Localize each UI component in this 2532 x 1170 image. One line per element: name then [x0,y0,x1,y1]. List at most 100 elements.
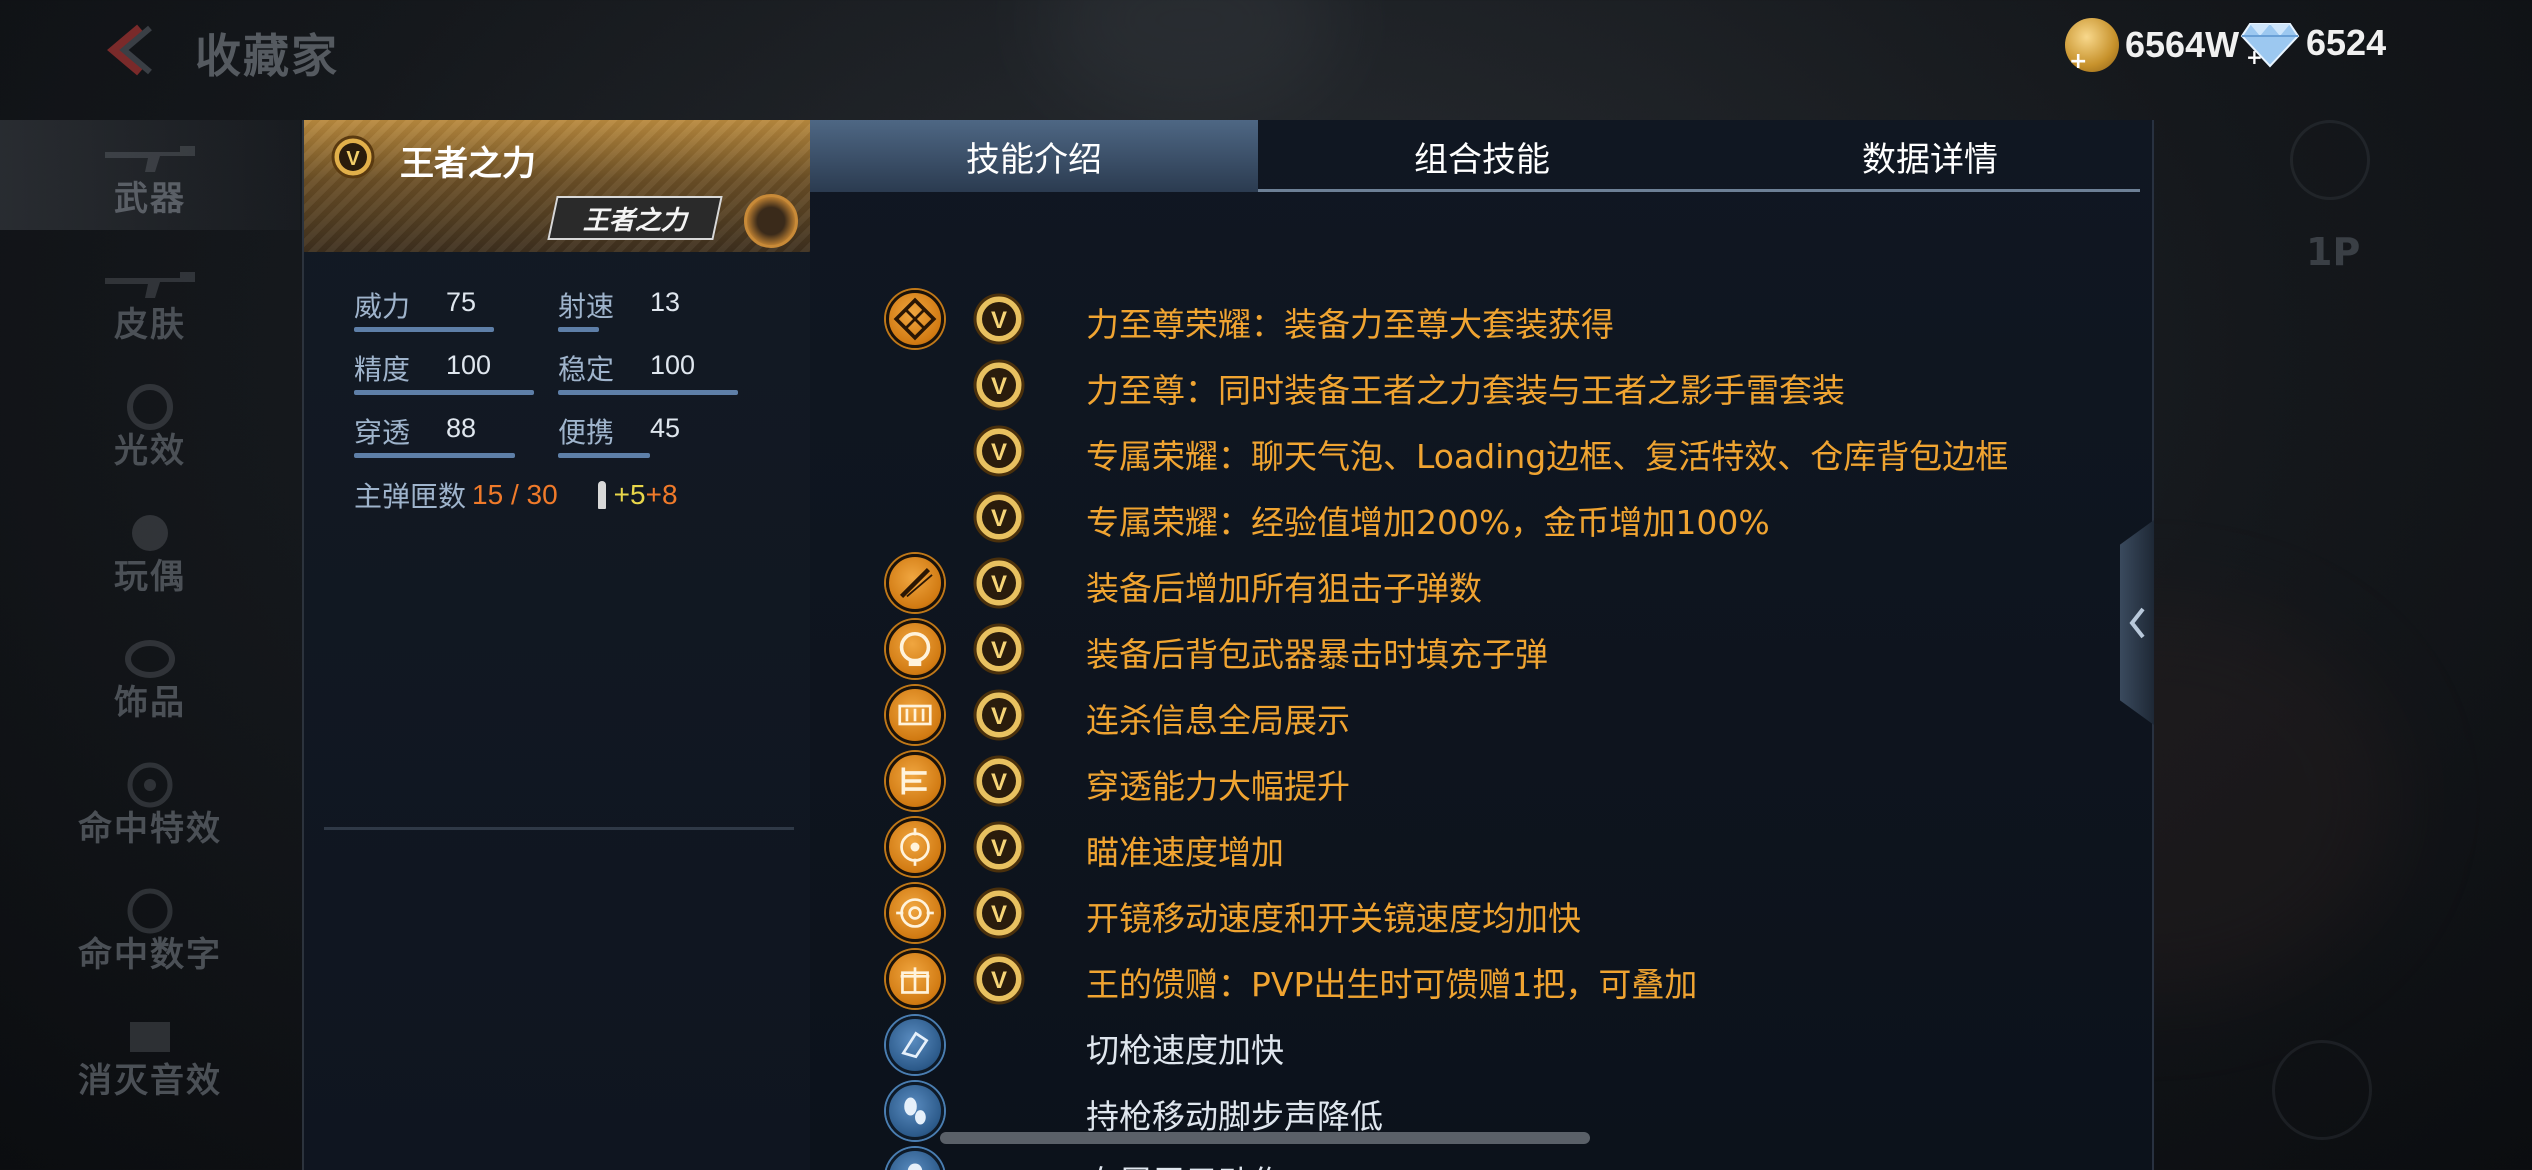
v-rank-badge: V [972,358,1026,416]
nav-item-doll[interactable]: 玩偶 [0,498,300,608]
hit-number-icon [127,888,173,934]
skill-row: 切枪速度加快 [810,1016,2110,1076]
svg-text:V: V [991,901,1007,928]
skill-description: 连杀信息全局展示 [1086,701,1350,740]
skill-row: V 专属荣耀：聊天气泡、Loading边框、复活特效、仓库背包边框 [810,422,2110,482]
svg-text:+: + [2246,45,2263,68]
killstreak-icon [886,686,944,744]
collapse-panel-button[interactable] [2120,520,2154,725]
tab-skill-intro[interactable]: 技能介绍 [810,120,1258,192]
doll-icon [132,515,168,551]
v-rank-icon: V [973,557,1025,609]
penetration-icon [886,752,944,810]
v-rank-badge: V [972,292,1026,350]
skill-row: V 瞄准速度增加 [810,818,2110,878]
tab-data-details[interactable]: 数据详情 [1706,120,2154,192]
view-1p-label[interactable]: 1P [2306,230,2360,274]
light-effect-icon [127,384,173,430]
v-rank-icon: V [973,623,1025,675]
v-rank-icon: V [973,887,1025,939]
skill-description: 切枪速度加快 [1086,1031,1284,1070]
skill-row: V 装备后增加所有狙击子弹数 [810,554,2110,614]
v-rank-badge: V [972,556,1026,614]
svg-text:V: V [991,967,1007,994]
svg-text:V: V [991,571,1007,598]
v-rank-icon: V [331,135,375,179]
skill-row: V 力至尊荣耀：装备力至尊大套装获得 [810,290,2110,350]
backpack-crit-icon [886,620,944,678]
skill-description: 持枪移动脚步声降低 [1086,1097,1383,1136]
skill-row: 专属展示动作 [810,1148,2110,1170]
rifle-icon [105,146,195,172]
skill-description: 专属荣耀：经验值增加200%，金币增加100% [1086,503,1770,542]
v-rank-badge: V [972,820,1026,878]
skill-description: 开镜移动速度和开关镜速度均加快 [1086,899,1581,938]
skill-row: V 装备后背包武器暴击时填充子弹 [810,620,2110,680]
skill-description: 王的馈赠：PVP出生时可馈赠1把，可叠加 [1086,965,1698,1004]
bullet-icon [597,481,606,509]
skill-description: 装备后增加所有狙击子弹数 [1086,569,1482,608]
crosshair-icon [886,818,944,876]
kill-sound-icon [130,1022,170,1052]
gamepad-icon[interactable] [2290,120,2370,200]
diamond-currency[interactable]: + 6524 [2240,18,2386,68]
svg-text:V: V [991,637,1007,664]
footstep-icon [886,1082,944,1140]
weapon-logo: 王者之力 [547,196,723,240]
nav-item-weapon[interactable]: 武器 [0,120,300,230]
v-rank-badge: V [972,688,1026,746]
stat-bar [354,327,494,332]
stat-bar [558,327,599,332]
svg-text:V: V [991,835,1007,862]
stat-fire-rate: 射速 13 [558,285,758,335]
nav-item-hit-number[interactable]: 命中数字 [0,876,300,986]
stat-portability: 便携 45 [558,411,758,461]
back-button[interactable] [100,22,160,78]
accessory-icon [125,640,175,678]
svg-text:V: V [991,307,1007,334]
svg-text:V: V [991,703,1007,730]
grenade-set-icon[interactable] [744,194,798,248]
skill-description: 专属荣耀：聊天气泡、Loading边框、复活特效、仓库背包边框 [1086,437,2009,476]
chevron-left-icon [2129,607,2145,638]
ammo-bonus-1: +5 [613,479,646,510]
gold-currency[interactable]: 6564W [2065,18,2239,74]
category-nav: 武器 皮肤 光效 玩偶 饰品 命中特效 命中数字 消灭音效 [0,120,300,1170]
svg-text:V: V [346,148,360,170]
stat-power: 威力 75 [354,285,554,335]
nav-item-hit-effect[interactable]: 命中特效 [0,750,300,860]
hit-effect-icon [127,762,173,808]
stat-bar [558,390,738,395]
skill-description: 专属展示动作 [1086,1156,1284,1170]
ammo-bonus-2: +8 [645,479,678,510]
nav-item-light-effect[interactable]: 光效 [0,372,300,482]
weapon-switch-icon [886,1016,944,1074]
skill-description: 力至尊：同时装备王者之力套装与王者之影手雷套装 [1086,371,1845,410]
tab-bar: 技能介绍 组合技能 数据详情 [810,120,2140,192]
skill-description: 瞄准速度增加 [1086,833,1284,872]
stat-bar [558,453,650,458]
skill-description: 装备后背包武器暴击时填充子弹 [1086,635,1548,674]
diamond-icon: + [2240,23,2300,68]
tab-combo-skill[interactable]: 组合技能 [1258,120,1706,192]
horizontal-scrollbar[interactable] [940,1132,1590,1144]
v-rank-badge: V [972,622,1026,680]
nav-item-accessory[interactable]: 饰品 [0,624,300,734]
scope-icon [886,884,944,942]
nav-item-skin[interactable]: 皮肤 [0,246,300,356]
gift-icon [886,950,944,1008]
stat-accuracy: 精度 100 [354,348,554,398]
v-rank-icon: V [973,821,1025,873]
stat-stability: 稳定 100 [558,348,758,398]
svg-text:V: V [991,439,1007,466]
nav-item-kill-sound[interactable]: 消灭音效 [0,1002,300,1112]
v-rank-icon: V [973,689,1025,741]
display-action-icon [886,1148,944,1170]
v-rank-badge: V [972,754,1026,812]
rotate-view-icon[interactable] [2272,1040,2372,1140]
skill-description: 力至尊荣耀：装备力至尊大套装获得 [1086,305,1614,344]
skill-panel: 技能介绍 组合技能 数据详情 V 力至尊荣耀：装备力至尊大套装获得 V 力至尊：同时装… [810,120,2154,1170]
v-rank-icon: V [973,755,1025,807]
v-rank-badge: V [972,490,1026,548]
v-rank-icon: V [973,953,1025,1005]
